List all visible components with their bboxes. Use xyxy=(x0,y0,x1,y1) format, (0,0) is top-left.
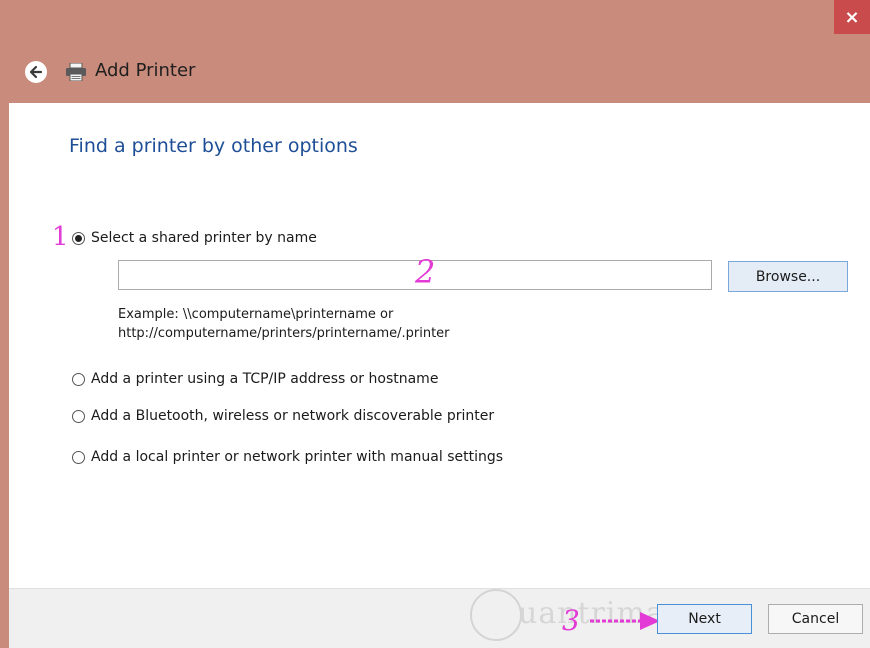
cancel-button[interactable]: Cancel xyxy=(768,604,863,634)
radio-local-printer[interactable] xyxy=(72,450,85,464)
add-printer-window: × Add Printer Find a printer by other op… xyxy=(0,0,870,648)
radio-shared-printer[interactable] xyxy=(72,231,85,245)
browse-button[interactable]: Browse... xyxy=(728,261,848,292)
example-line-1: Example: \\computername\printername or xyxy=(118,307,394,322)
option-bluetooth-wireless[interactable]: Add a Bluetooth, wireless or network dis… xyxy=(72,408,494,424)
step-3-annotation: 3 xyxy=(562,604,580,637)
arrow-icon xyxy=(590,612,660,630)
option-shared-printer-label: Select a shared printer by name xyxy=(91,230,317,246)
watermark-logo-icon xyxy=(470,589,522,641)
radio-bluetooth-wireless[interactable] xyxy=(72,409,85,423)
title-bar xyxy=(0,0,870,103)
content-pane xyxy=(9,103,870,588)
option-tcpip-label: Add a printer using a TCP/IP address or … xyxy=(91,371,439,387)
next-button[interactable]: Next xyxy=(657,604,752,634)
example-line-2: http://computername/printers/printername… xyxy=(118,326,450,341)
option-local-printer[interactable]: Add a local printer or network printer w… xyxy=(72,449,503,465)
back-button[interactable] xyxy=(25,61,47,83)
back-arrow-icon xyxy=(29,65,43,79)
step-1-annotation: 1 xyxy=(52,222,69,252)
option-bluetooth-wireless-label: Add a Bluetooth, wireless or network dis… xyxy=(91,408,495,424)
printer-icon xyxy=(66,63,86,81)
step-2-annotation: 2 xyxy=(415,253,436,291)
option-local-printer-label: Add a local printer or network printer w… xyxy=(91,449,504,465)
page-heading: Find a printer by other options xyxy=(69,135,358,157)
window-border xyxy=(0,103,9,648)
radio-tcpip[interactable] xyxy=(72,372,85,386)
close-button[interactable]: × xyxy=(834,0,870,34)
option-tcpip[interactable]: Add a printer using a TCP/IP address or … xyxy=(72,371,438,387)
window-title: Add Printer xyxy=(95,60,196,81)
close-icon: × xyxy=(844,6,860,28)
example-text: Example: \\computername\printername or h… xyxy=(118,305,450,343)
option-shared-printer[interactable]: Select a shared printer by name xyxy=(72,230,317,246)
